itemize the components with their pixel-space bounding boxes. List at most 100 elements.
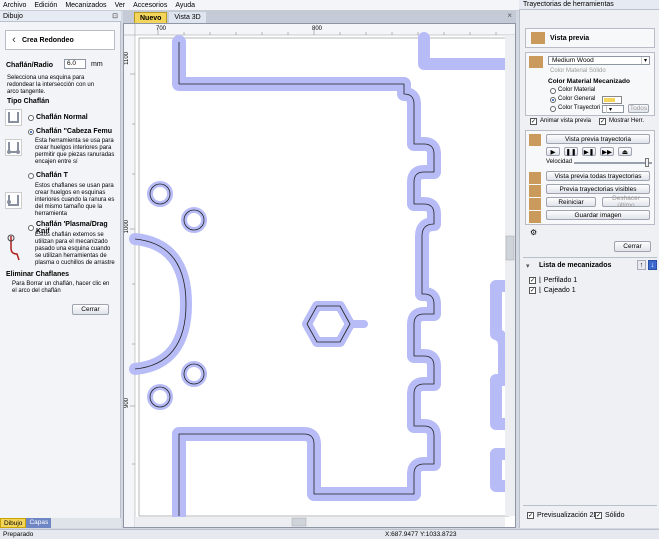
drawing-canvas[interactable]: 700 800 1100 1000 900 <box>123 23 516 528</box>
speed-slider-handle[interactable] <box>645 158 649 167</box>
ruler-left-label-3: 900 <box>124 398 130 409</box>
collapse-icon[interactable]: ▾ <box>526 262 530 270</box>
close-icon[interactable]: × <box>507 11 512 20</box>
option-t-desc: Estos chaflanes se usan para crear huelg… <box>35 183 115 217</box>
speed-label: Velocidad <box>546 159 573 165</box>
option-t-label: Chaflán T <box>36 172 68 179</box>
speed-slider-track[interactable] <box>574 162 652 164</box>
chevron-down-icon: ▾ <box>606 105 614 113</box>
animate-checkbox[interactable]: ✓ <box>530 118 537 125</box>
solid-color-label: Color Material Sólido <box>550 68 606 74</box>
move-down-icon[interactable]: ↓ <box>648 260 657 270</box>
ruler-top-label-1: 700 <box>156 26 167 32</box>
material-select[interactable]: Medium Wood ▾ <box>548 56 650 65</box>
color-general-option[interactable]: Color General <box>550 96 595 103</box>
menu-accesorios[interactable]: Accesorios <box>133 2 167 9</box>
animate-checkbox-row[interactable]: ✓ Animar vista previa <box>530 118 591 125</box>
radius-unit: mm <box>91 61 103 68</box>
chevron-down-icon: ▾ <box>641 57 649 64</box>
save-image-button[interactable]: Guardar imagen <box>546 210 650 220</box>
show-tool-checkbox-row[interactable]: ✓ Mostrar Herr. <box>599 118 644 125</box>
save-image-icon <box>529 211 541 223</box>
option-dogbone-desc: Esta herramienta se usa para crear huelg… <box>35 138 115 165</box>
preview-2d-checkbox[interactable]: ✓ <box>527 512 534 519</box>
color-material-radio[interactable] <box>550 87 556 94</box>
toolpath-1-checkbox[interactable]: ✓ <box>529 276 536 284</box>
color-picker[interactable] <box>602 96 622 104</box>
cursor-coordinates: X:687.9477 Y:1033.8723 <box>385 531 457 538</box>
move-up-icon[interactable]: ↑ <box>637 260 646 270</box>
undo-button[interactable]: Deshacer último <box>602 195 650 209</box>
settings-gear-icon[interactable]: ⚙ <box>530 228 537 237</box>
color-toolpath-radio[interactable] <box>550 105 556 112</box>
toolpath-color-select[interactable]: ▾ <box>602 105 624 113</box>
fast-forward-icon[interactable]: ▶▶ <box>600 147 614 156</box>
preview-2d-label: Previsualización 2D <box>537 512 599 519</box>
preview-controls: Vista previa trayectoria ▶ ❚❚ ▶❚ ▶▶ ⏏ Ve… <box>525 130 655 225</box>
preview-all-button[interactable]: Vista previa todas trayectorias <box>546 171 650 181</box>
play-icon[interactable]: ▶ <box>546 147 560 156</box>
animate-label: Animar vista previa <box>540 118 592 124</box>
toolpath-item-1[interactable]: ✓ ⌊ Perfilado 1 <box>529 276 577 284</box>
right-close-button[interactable]: Cerrar <box>614 241 651 252</box>
color-heading: Color Material Mecanizado <box>548 78 630 85</box>
pause-icon[interactable]: ❚❚ <box>564 147 578 156</box>
show-tool-checkbox[interactable]: ✓ <box>599 118 606 125</box>
ruler-left-label-2: 1000 <box>124 220 130 234</box>
reset-button[interactable]: Reiniciar <box>546 197 596 207</box>
option-normal-radio[interactable] <box>28 114 34 121</box>
ruler-top-label-2: 800 <box>312 26 323 32</box>
toolpath-2-checkbox[interactable]: ✓ <box>529 286 536 294</box>
solid-row[interactable]: ✓ Sólido <box>595 512 624 519</box>
menu-ayuda[interactable]: Ayuda <box>175 2 195 9</box>
preview-visible-icon <box>529 185 541 197</box>
toolpath-item-2[interactable]: ✓ ⌊ Cajeado 1 <box>529 286 576 294</box>
step-icon[interactable]: ▶❚ <box>582 147 596 156</box>
pin-icon[interactable]: ⊡ <box>112 11 118 22</box>
close-button[interactable]: Cerrar <box>72 304 109 315</box>
tool-header: ‹ Crea Redondeo <box>5 30 115 50</box>
preview-toolpath-button[interactable]: Vista previa trayectoria <box>546 134 650 144</box>
option-dogbone-radio[interactable] <box>28 128 34 135</box>
solid-checkbox[interactable]: ✓ <box>595 512 602 519</box>
toolpath-1-label: Perfilado 1 <box>543 276 578 284</box>
right-panel-title: Trayectorias de herramientas <box>519 0 659 10</box>
document-tabs: Nuevo Vista 3D × <box>123 11 516 23</box>
option-plasma-radio[interactable] <box>28 225 34 231</box>
preview-header: Vista previa <box>525 28 655 48</box>
reset-icon <box>529 198 541 210</box>
color-swatch-icon <box>604 98 615 102</box>
radius-input[interactable]: 6.0 <box>64 59 86 69</box>
profile-icon: ⌊ <box>539 277 542 284</box>
left-bottom-tabs: Dibujo Capas <box>0 518 121 528</box>
divider <box>523 505 657 506</box>
option-normal[interactable]: Chaflán Normal <box>28 114 88 121</box>
option-t-radio[interactable] <box>28 172 34 179</box>
option-normal-label: Chaflán Normal <box>36 114 88 121</box>
color-general-label: Color General <box>558 96 596 102</box>
preview-2d-row[interactable]: ✓ Previsualización 2D <box>527 512 598 519</box>
all-button[interactable]: Todos <box>628 104 649 113</box>
remove-heading: Eliminar Chaflanes <box>6 271 70 278</box>
end-icon[interactable]: ⏏ <box>618 147 632 156</box>
option-dogbone[interactable]: Chaflán "Cabeza Femu <box>28 128 112 135</box>
back-arrow-icon[interactable]: ‹ <box>6 34 22 46</box>
color-material-option[interactable]: Color Material <box>550 87 595 94</box>
tab-dibujo[interactable]: Dibujo <box>0 518 27 528</box>
wood-block-icon <box>531 32 545 44</box>
color-toolpath-label: Color Trayectori <box>558 105 601 111</box>
color-toolpath-option[interactable]: Color Trayectori <box>550 105 600 112</box>
normal-fillet-thumbnail-icon <box>5 109 22 126</box>
menu-ver[interactable]: Ver <box>115 2 126 9</box>
tab-capas[interactable]: Capas <box>26 518 52 528</box>
canvas-svg[interactable] <box>124 24 515 527</box>
list-heading: Lista de mecanizados <box>539 262 612 269</box>
tab-vista-3d[interactable]: Vista 3D <box>169 12 206 23</box>
menu-mecanizados[interactable]: Mecanizados <box>65 2 106 9</box>
tab-nuevo[interactable]: Nuevo <box>134 12 168 23</box>
option-t[interactable]: Chaflán T <box>28 172 68 179</box>
preview-visible-button[interactable]: Previa trayectorias visibles <box>546 184 650 194</box>
menu-archivo[interactable]: Archivo <box>3 2 26 9</box>
menu-edicion[interactable]: Edición <box>34 2 57 9</box>
color-general-radio[interactable] <box>550 96 556 103</box>
